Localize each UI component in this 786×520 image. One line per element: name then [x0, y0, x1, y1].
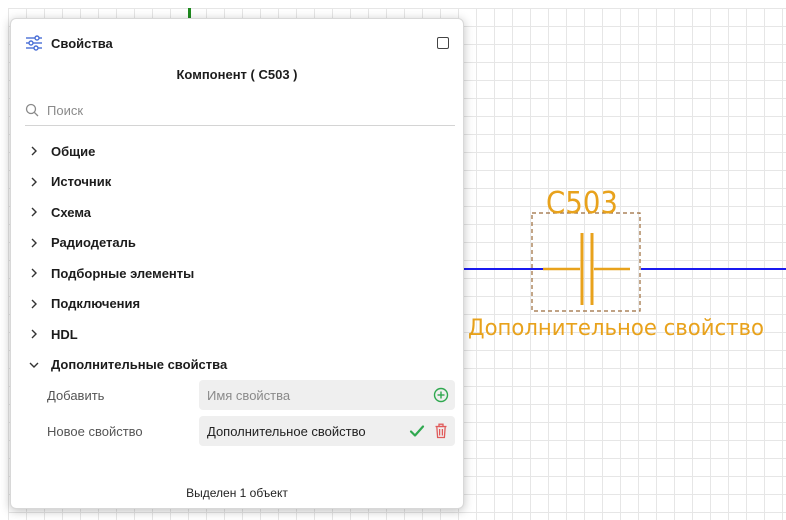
custom-property-label: Новое свойство — [47, 423, 143, 439]
group-label: HDL — [51, 326, 78, 342]
maximize-button[interactable] — [437, 37, 449, 49]
selection-status: Выделен 1 объект — [186, 486, 288, 500]
group-additional-properties[interactable]: Дополнительные свойства — [27, 350, 455, 381]
chevron-right-icon — [31, 146, 37, 156]
property-name-placeholder: Имя свойства — [207, 387, 291, 403]
group-label: Общие — [51, 143, 96, 159]
chevron-right-icon — [31, 238, 37, 248]
search-icon — [25, 103, 39, 117]
component-title: Компонент ( C503 ) — [176, 67, 298, 82]
group-general[interactable]: Общие — [27, 136, 455, 167]
search-input[interactable]: Поиск — [47, 103, 83, 118]
group-selection-elements[interactable]: Подборные элементы — [27, 258, 455, 289]
property-name-input[interactable]: Имя свойства — [199, 380, 455, 410]
group-schematic[interactable]: Схема — [27, 197, 455, 228]
group-label: Дополнительные свойства — [51, 357, 228, 373]
group-hdl[interactable]: HDL — [27, 319, 455, 350]
selection-frame[interactable] — [531, 212, 641, 312]
chevron-right-icon — [31, 299, 37, 309]
group-label: Схема — [51, 204, 92, 220]
custom-property-row: Новое свойство Дополнительное свойство — [25, 415, 455, 447]
group-label: Подборные элементы — [51, 265, 195, 281]
additional-properties-rows: Добавить Имя свойства Новое свойство Доп… — [25, 379, 455, 451]
group-radio-part[interactable]: Радиодеталь — [27, 228, 455, 259]
trash-icon[interactable] — [433, 423, 449, 439]
search-box[interactable]: Поиск — [25, 95, 455, 126]
chevron-down-icon — [29, 362, 39, 368]
custom-property-value: Дополнительное свойство — [207, 423, 366, 439]
chevron-right-icon — [31, 177, 37, 187]
panel-header: Свойства — [25, 33, 449, 53]
group-label: Источник — [51, 174, 112, 190]
group-source[interactable]: Источник — [27, 167, 455, 198]
properties-panel: Свойства Компонент ( C503 ) Поиск Общие … — [10, 18, 464, 509]
property-groups: Общие Источник Схема Радиодеталь Подборн… — [27, 136, 455, 380]
chevron-right-icon — [31, 268, 37, 278]
panel-title: Свойства — [51, 35, 113, 51]
add-property-row: Добавить Имя свойства — [25, 379, 455, 411]
add-property-label: Добавить — [47, 387, 105, 403]
group-connections[interactable]: Подключения — [27, 289, 455, 320]
chevron-right-icon — [31, 329, 37, 339]
check-icon[interactable] — [409, 423, 425, 439]
properties-sliders-icon — [26, 35, 42, 51]
designator-label: C503 — [546, 186, 618, 221]
extra-property-label: Дополнительное свойство — [468, 316, 764, 341]
add-circle-icon[interactable] — [433, 387, 449, 403]
custom-property-value-input[interactable]: Дополнительное свойство — [199, 416, 455, 446]
chevron-right-icon — [31, 207, 37, 217]
group-label: Радиодеталь — [51, 235, 136, 251]
group-label: Подключения — [51, 296, 141, 312]
